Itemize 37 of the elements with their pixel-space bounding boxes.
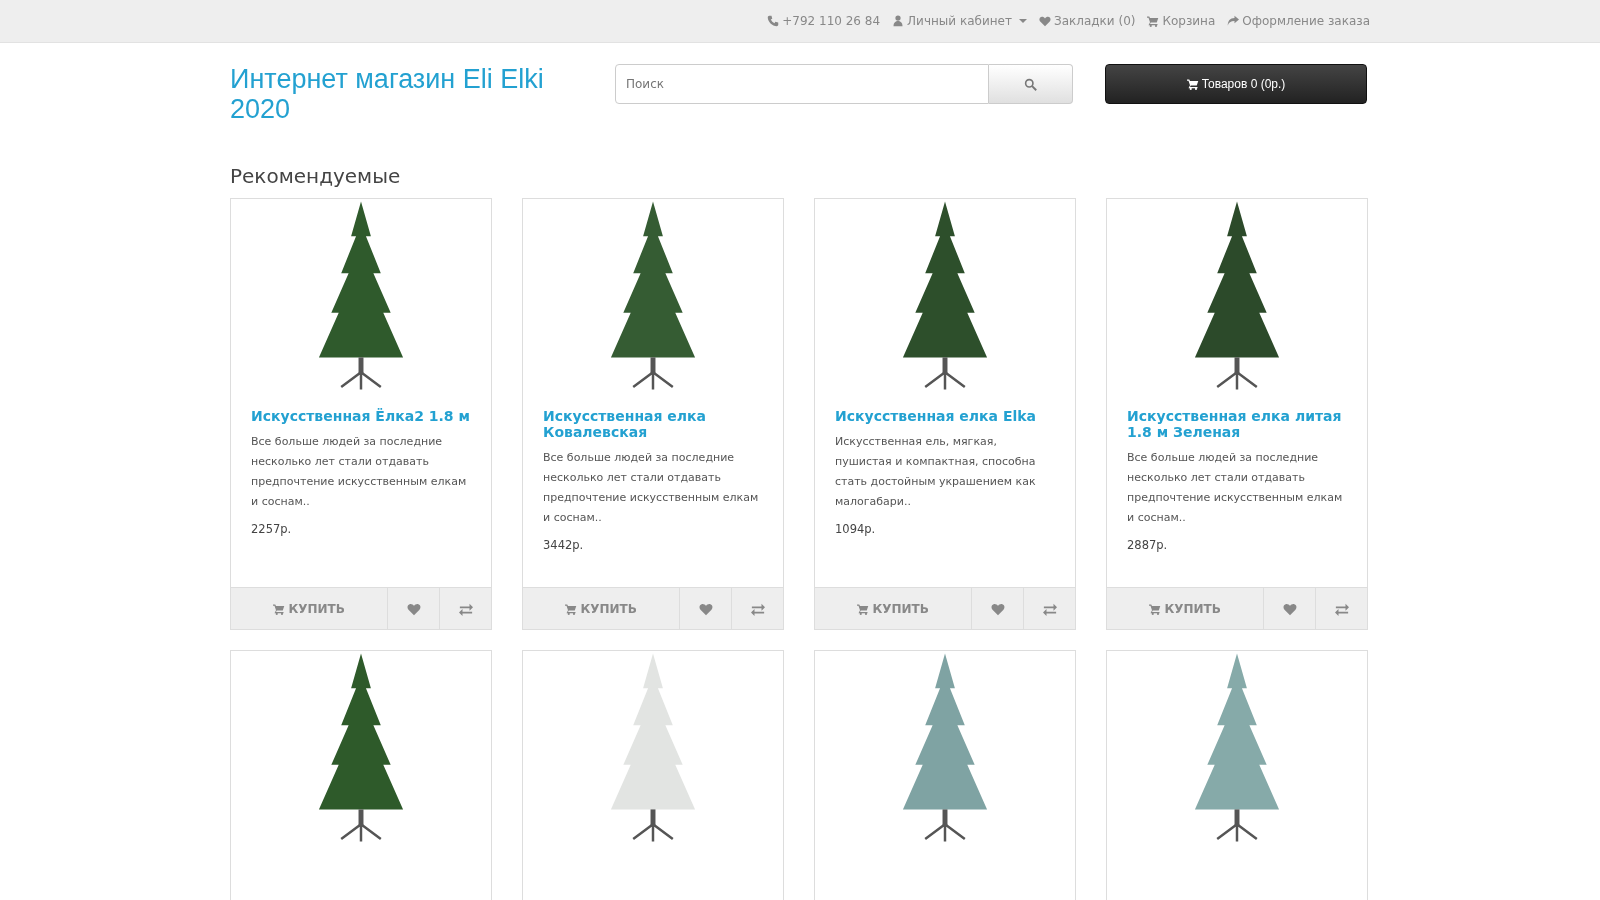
top-link[interactable]: Закладки (0) <box>1038 14 1136 28</box>
store-logo-link[interactable]: Интернет магазин Eli Elki 2020 <box>230 64 592 124</box>
product-title-link[interactable]: Искусственная елка литая 1.8 м Зеленая <box>1127 408 1347 440</box>
product-title-link[interactable]: Искусственная елка Ковалевская <box>543 408 763 440</box>
search-button[interactable] <box>989 64 1073 104</box>
heart-icon <box>1038 15 1051 27</box>
cart-icon <box>857 602 870 615</box>
product-price: 2257р. <box>251 522 293 536</box>
heart-icon <box>406 601 421 616</box>
product-price: 3442р. <box>543 538 585 552</box>
product-description: Все больше людей за последние несколько лет стали отдавать предпочтение искусственным елкам и соснам.. <box>543 450 760 526</box>
top-link[interactable]: Личный кабинет <box>892 14 1027 28</box>
user-icon <box>892 15 905 27</box>
product-title-link[interactable]: Искусственная елка Elka <box>835 408 1055 424</box>
cart-icon <box>565 602 578 615</box>
product-description: Все больше людей за последние несколько лет стали отдавать предпочтение искусственным елкам и соснам.. <box>251 434 468 510</box>
cart-icon <box>273 602 286 615</box>
product-title-link[interactable]: Искусственная Ёлка2 1.8 м <box>251 408 471 424</box>
heart-icon <box>990 601 1005 616</box>
search-icon <box>1024 77 1037 91</box>
top-link[interactable]: Оформление заказа <box>1227 14 1370 28</box>
heart-icon <box>1282 601 1297 616</box>
product-description: Все больше людей за последние несколько лет стали отдавать предпочтение искусственным елкам и соснам.. <box>1127 450 1344 526</box>
product-description: Искусственная ель, мягкая, пушистая и компактная, способна стать достойным украшением как малогабари.. <box>835 434 1037 510</box>
cart-button[interactable]: Товаров 0 (0р.) <box>1105 64 1367 104</box>
phone-number: +792 110 26 84 <box>782 14 881 28</box>
phone-icon <box>767 15 780 27</box>
search-field[interactable]: Поиск <box>615 64 989 104</box>
product-price: 1094р. <box>835 522 877 536</box>
cart-icon <box>1149 602 1162 615</box>
top-link[interactable]: Корзина <box>1147 14 1216 28</box>
product-price: 2887р. <box>1127 538 1169 552</box>
section-heading: Рекомендуемые <box>230 164 402 188</box>
heart-icon <box>698 601 713 616</box>
cart-icon <box>1147 15 1160 27</box>
cart-icon <box>1186 78 1199 90</box>
share-arrow-icon <box>1227 15 1240 27</box>
